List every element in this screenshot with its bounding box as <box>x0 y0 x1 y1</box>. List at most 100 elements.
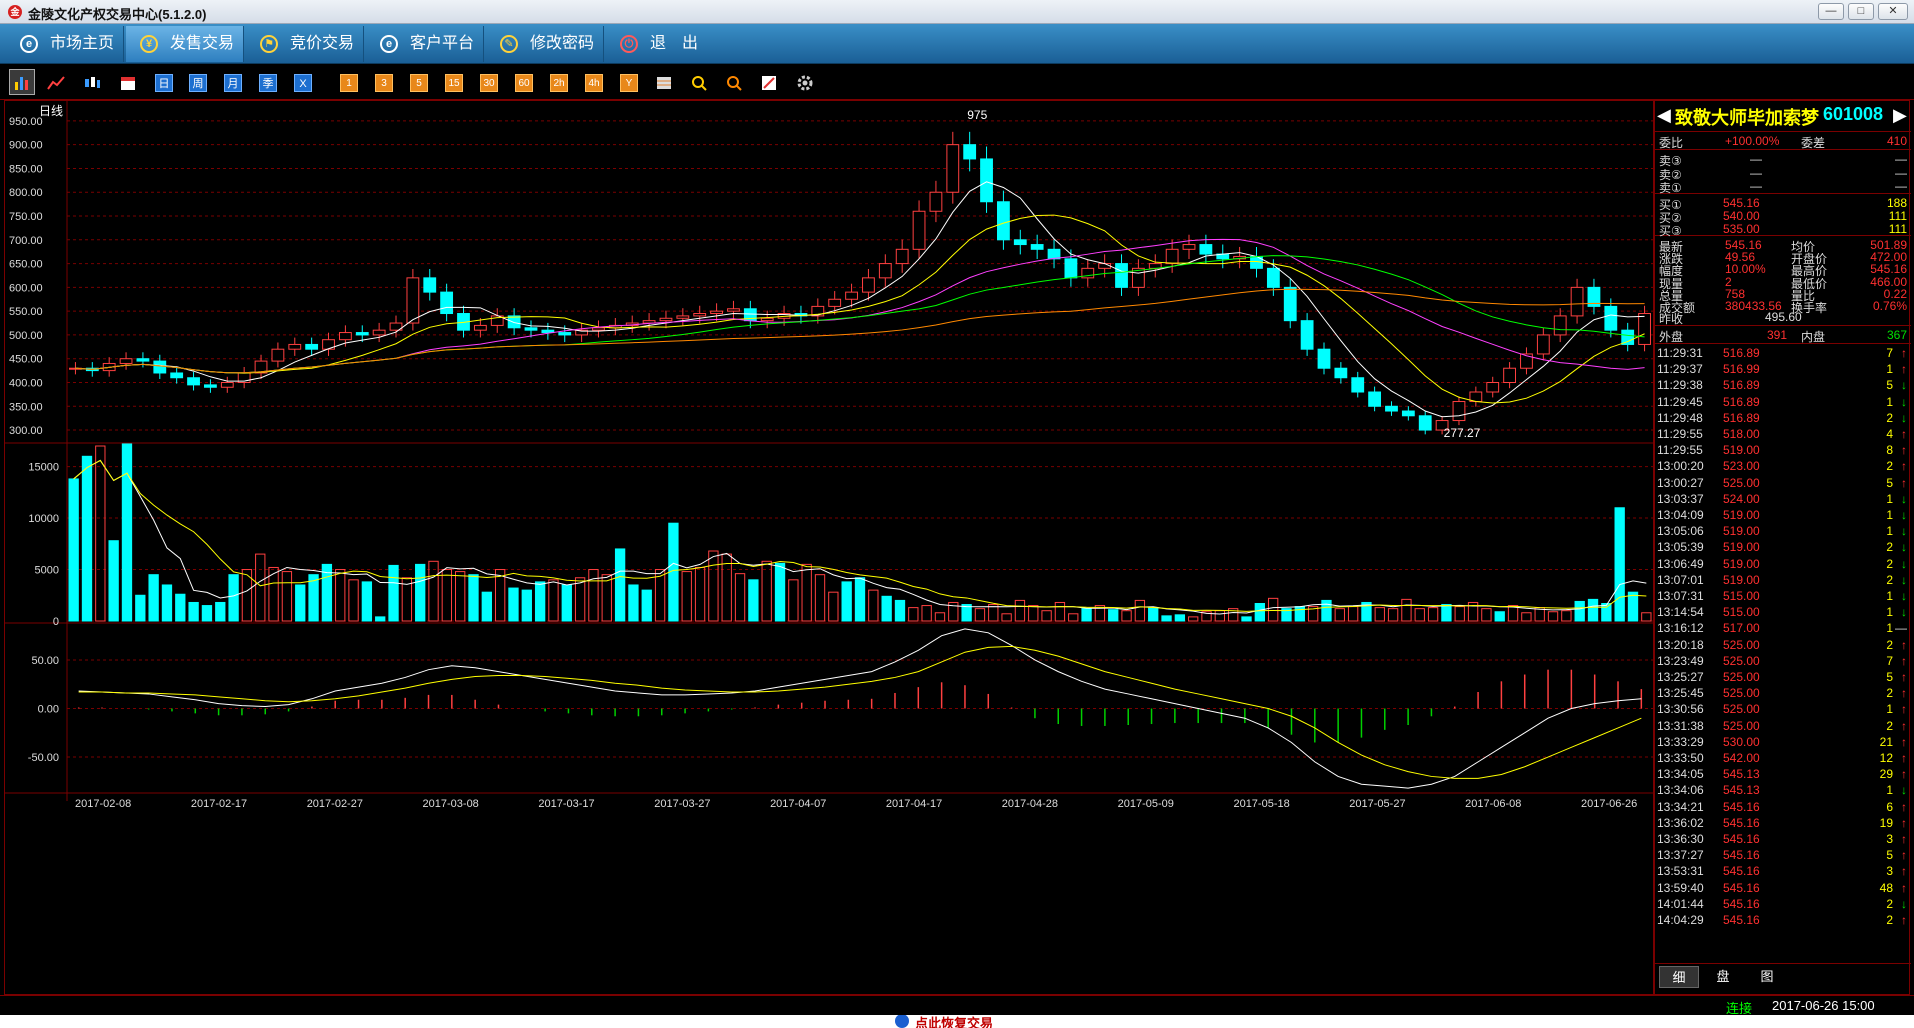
tick-direction: ↑ <box>1901 637 1907 652</box>
line-chart-icon[interactable] <box>47 74 65 92</box>
nav-client-platform[interactable]: e 客户平台 <box>366 26 484 62</box>
year-button[interactable]: Y <box>620 74 638 92</box>
hour-2-button[interactable]: 2h <box>550 74 568 92</box>
price-tick-label: 700.00 <box>9 235 43 247</box>
ma-line <box>75 181 1645 418</box>
tick-direction: ↑ <box>1901 346 1907 360</box>
tick-volume: 6 <box>1886 799 1893 814</box>
candle-body <box>1300 320 1314 350</box>
order-ratio-row: 委比 +100.00% 委差 410 <box>1655 133 1911 150</box>
volume-bar <box>175 593 186 622</box>
tick-direction: ↑ <box>1901 799 1907 814</box>
tick-time: 14:01:44 <box>1657 896 1704 911</box>
volume-bar <box>761 560 772 622</box>
volume-bar <box>774 562 786 622</box>
tick-direction: ↑ <box>1901 880 1907 895</box>
nav-exit[interactable]: ⏻ 退 出 <box>606 26 724 62</box>
period-week-button[interactable]: 周 <box>189 74 207 92</box>
candle-chart-icon[interactable] <box>83 74 101 92</box>
tick-volume: 2 <box>1886 572 1893 587</box>
min-3-button[interactable]: 3 <box>375 74 393 92</box>
restore-trading-link[interactable]: 点此恢复交易 <box>915 1015 993 1028</box>
tick-row: 13:05:39 519.00 2 ↓ <box>1655 539 1911 555</box>
tick-direction: ↑ <box>1901 751 1907 765</box>
tick-price: 516.89 <box>1723 394 1760 409</box>
volume-bar <box>521 589 532 622</box>
volume-bar <box>1601 603 1612 622</box>
volume-bar <box>574 577 586 622</box>
volume-bar <box>841 581 852 622</box>
nav-market-home[interactable]: e 市场主页 <box>6 26 124 62</box>
candle-body <box>1604 305 1618 331</box>
candle-body <box>423 277 437 293</box>
minimize-button[interactable]: — <box>1818 3 1844 20</box>
volume-bar <box>161 584 173 622</box>
tick-time: 13:31:38 <box>1657 718 1704 733</box>
min-15-button[interactable]: 15 <box>445 74 463 92</box>
tick-time: 13:07:01 <box>1657 572 1704 587</box>
period-day-button[interactable]: 日 <box>155 74 173 92</box>
kline-chart[interactable]: 日线 950.00 900.00 850.00 800.00 750.00 700.00 65… <box>4 100 1654 995</box>
tick-row: 11:29:38 516.89 5 ↓ <box>1655 377 1911 393</box>
volume-tick-label: 0 <box>53 616 59 628</box>
nav-bid-trade[interactable]: ⚑ 竞价交易 <box>246 26 364 62</box>
bar-chart-icon[interactable] <box>9 69 35 95</box>
volume-bar <box>1014 599 1026 622</box>
tick-direction: ↓ <box>1901 605 1907 620</box>
candle-body <box>912 210 926 250</box>
hour-4-button[interactable]: 4h <box>585 74 603 92</box>
price-tick-label: 950.00 <box>9 116 43 128</box>
tick-row: 13:05:06 519.00 1 ↓ <box>1655 523 1911 539</box>
tab-chart[interactable]: 图 <box>1747 966 1787 988</box>
tick-volume: 1 <box>1886 605 1893 620</box>
prev-stock-icon[interactable]: ◀ <box>1657 105 1671 126</box>
min-60-button[interactable]: 60 <box>515 74 533 92</box>
tick-direction: ↑ <box>1901 443 1907 458</box>
calendar-icon[interactable] <box>119 74 137 92</box>
tick-time: 11:29:38 <box>1657 378 1703 393</box>
sell-row: 卖① — — <box>1655 178 1911 195</box>
volume-bar <box>481 591 492 622</box>
tick-time: 13:04:09 <box>1657 508 1704 522</box>
nav-change-password[interactable]: ✎ 修改密码 <box>486 26 604 62</box>
table-icon[interactable] <box>655 74 673 92</box>
volume-bar <box>974 608 986 622</box>
min-30-button[interactable]: 30 <box>480 74 498 92</box>
tick-time: 13:06:49 <box>1657 556 1704 571</box>
nav-issue-trade[interactable]: ¥ 发售交易 <box>126 26 244 62</box>
maximize-button[interactable]: □ <box>1848 3 1874 20</box>
gear-icon[interactable] <box>796 74 814 92</box>
close-button[interactable]: ✕ <box>1878 3 1908 20</box>
volume-bar <box>1241 616 1252 622</box>
date-tick-label: 2017-02-17 <box>191 798 247 810</box>
min-5-button[interactable]: 5 <box>410 74 428 92</box>
tick-price: 519.00 <box>1723 572 1760 587</box>
label: 卖① <box>1659 181 1682 195</box>
tick-row: 11:29:55 518.00 4 ↑ <box>1655 426 1911 442</box>
macd-tick-label: 50.00 <box>31 655 59 667</box>
min-1-button[interactable]: 1 <box>340 74 358 92</box>
tab-detail[interactable]: 细 <box>1659 966 1699 988</box>
tick-volume: 1 <box>1886 362 1893 377</box>
zoom-in-icon[interactable] <box>690 74 708 92</box>
tick-time: 13:23:49 <box>1657 653 1704 668</box>
period-quarter-button[interactable]: 季 <box>259 74 277 92</box>
draw-icon[interactable] <box>760 74 778 92</box>
tick-time: 13:30:56 <box>1657 702 1704 717</box>
period-month-button[interactable]: 月 <box>224 74 242 92</box>
low-label: 277.27 <box>1444 426 1481 440</box>
zoom-out-icon[interactable] <box>725 74 743 92</box>
tick-time: 11:29:45 <box>1657 394 1703 409</box>
restore-icon[interactable] <box>895 1015 909 1028</box>
tick-row: 13:33:50 542.00 12 ↑ <box>1655 750 1911 766</box>
tick-price: 525.00 <box>1723 718 1760 733</box>
next-stock-icon[interactable]: ▶ <box>1893 105 1907 126</box>
candle-body <box>271 348 285 362</box>
price: 535.00 <box>1723 222 1760 236</box>
bottom-strip: 点此恢复交易 <box>0 1015 1914 1028</box>
tab-pan[interactable]: 盘 <box>1703 966 1743 988</box>
period-x-button[interactable]: X <box>294 74 312 92</box>
tick-time: 13:36:30 <box>1657 832 1704 846</box>
candle-body <box>1047 248 1061 260</box>
chart-canvas[interactable]: 日线950.00900.00850.00800.00750.00700.0065… <box>5 101 1653 994</box>
